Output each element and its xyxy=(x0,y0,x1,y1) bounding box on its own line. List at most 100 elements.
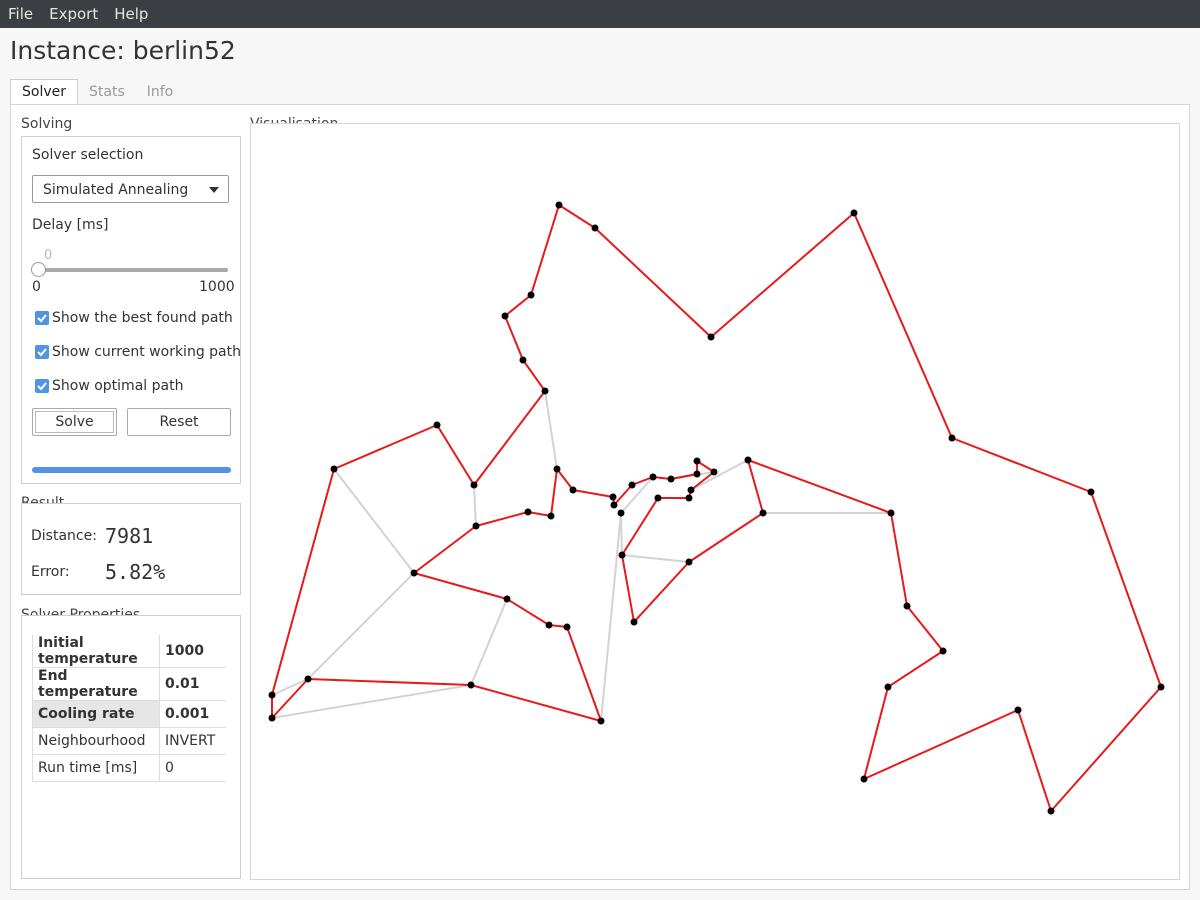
distance-value: 7981 xyxy=(105,524,154,548)
city-node xyxy=(1157,683,1165,691)
city-node xyxy=(541,387,549,395)
table-row[interactable]: Run time [ms] 0 xyxy=(32,754,226,782)
solve-button[interactable]: Solve xyxy=(32,408,117,436)
city-node xyxy=(649,473,657,481)
reset-button[interactable]: Reset xyxy=(127,408,231,436)
solver-progress-bar xyxy=(32,467,231,473)
property-value[interactable]: 1000 xyxy=(159,635,226,668)
property-key: Neighbourhood xyxy=(32,727,160,755)
tab-bar: Solver Stats Info xyxy=(10,79,185,104)
current-path-label: Show current working path xyxy=(52,344,241,360)
distance-label: Distance: xyxy=(31,528,97,544)
property-value[interactable]: 0.01 xyxy=(159,667,226,701)
optimal-path-edge xyxy=(621,554,690,563)
delay-slider-handle[interactable] xyxy=(31,262,46,277)
property-value[interactable]: 0 xyxy=(159,754,226,782)
city-node xyxy=(591,224,599,232)
chevron-down-icon xyxy=(209,187,219,193)
best-path-edge xyxy=(621,554,635,623)
city-node xyxy=(472,522,480,530)
property-value[interactable]: 0.001 xyxy=(159,700,226,728)
best-path-edge xyxy=(1050,686,1162,812)
city-node xyxy=(1047,807,1055,815)
delay-slider-value: 0 xyxy=(44,248,53,263)
city-node xyxy=(903,602,911,610)
best-path-edge xyxy=(522,359,546,392)
city-node xyxy=(610,501,618,509)
table-row[interactable]: End temperature 0.01 xyxy=(32,667,226,701)
optimal-path-checkbox[interactable] xyxy=(35,379,49,393)
optimal-path-edge xyxy=(600,512,622,722)
visualisation-canvas[interactable] xyxy=(250,123,1180,880)
delay-label: Delay [ms] xyxy=(32,217,109,233)
best-path-edge xyxy=(436,424,475,486)
city-node xyxy=(850,209,858,217)
solver-dropdown-value: Simulated Annealing xyxy=(43,182,189,198)
best-path-edge xyxy=(747,459,892,514)
delay-min-label: 0 xyxy=(32,279,41,295)
table-row[interactable]: Neighbourhood INVERT xyxy=(32,727,226,755)
city-node xyxy=(501,312,509,320)
best-path-edge xyxy=(1017,709,1052,812)
best-path-edge xyxy=(594,227,712,338)
best-path-edge xyxy=(504,294,532,317)
city-node xyxy=(693,470,701,478)
best-path-edge xyxy=(527,511,552,517)
best-path-edge xyxy=(670,473,698,480)
best-path-edge xyxy=(504,315,524,361)
best-path-edge xyxy=(688,512,764,563)
error-value: 5.82% xyxy=(105,560,166,584)
best-path-edge xyxy=(530,204,560,296)
best-path-edge xyxy=(506,598,550,626)
best-path-edge xyxy=(747,459,764,514)
menu-file[interactable]: File xyxy=(0,5,41,23)
optimal-path-edge xyxy=(470,598,508,686)
city-node xyxy=(617,509,625,517)
optimal-path-label: Show optimal path xyxy=(52,378,184,394)
city-node xyxy=(304,675,312,683)
city-node xyxy=(524,508,532,516)
city-node xyxy=(939,647,947,655)
best-path-edge xyxy=(556,468,574,491)
menu-export[interactable]: Export xyxy=(41,5,106,23)
city-node xyxy=(667,475,675,483)
best-path-edge xyxy=(566,626,602,722)
property-value[interactable]: INVERT xyxy=(159,727,226,755)
city-node xyxy=(628,481,636,489)
checkmark-icon xyxy=(37,348,47,357)
tab-solver[interactable]: Solver xyxy=(10,79,78,104)
best-path-edge xyxy=(906,605,944,652)
best-path-edge xyxy=(863,686,889,780)
city-node xyxy=(569,486,577,494)
city-node xyxy=(470,481,478,489)
optimal-path-edge xyxy=(544,390,558,470)
delay-slider-track[interactable] xyxy=(40,268,228,272)
menu-help[interactable]: Help xyxy=(106,5,156,23)
menu-bar: File Export Help xyxy=(0,0,1200,28)
city-node xyxy=(547,512,555,520)
checkmark-icon xyxy=(37,314,47,323)
solver-dropdown[interactable]: Simulated Annealing xyxy=(32,175,229,203)
city-node xyxy=(609,493,617,501)
city-node xyxy=(433,421,441,429)
property-key: End temperature xyxy=(32,667,160,701)
table-row[interactable]: Initial temperature 1000 xyxy=(32,635,226,668)
best-path-edge xyxy=(307,678,472,686)
city-node xyxy=(410,569,418,577)
property-key: Cooling rate xyxy=(32,700,160,728)
city-node xyxy=(545,621,553,629)
city-node xyxy=(330,465,338,473)
best-path-checkbox[interactable] xyxy=(35,311,49,325)
city-node xyxy=(519,356,527,364)
city-node xyxy=(654,494,662,502)
table-row[interactable]: Cooling rate 0.001 xyxy=(32,700,226,728)
best-path-edge xyxy=(333,424,438,470)
city-node xyxy=(527,291,535,299)
city-node xyxy=(710,468,718,476)
solver-selection-label: Solver selection xyxy=(32,147,144,163)
current-path-checkbox[interactable] xyxy=(35,345,49,359)
best-path-edge xyxy=(853,212,953,439)
tab-info[interactable]: Info xyxy=(136,80,185,104)
city-node xyxy=(553,465,561,473)
tab-stats[interactable]: Stats xyxy=(78,80,136,104)
